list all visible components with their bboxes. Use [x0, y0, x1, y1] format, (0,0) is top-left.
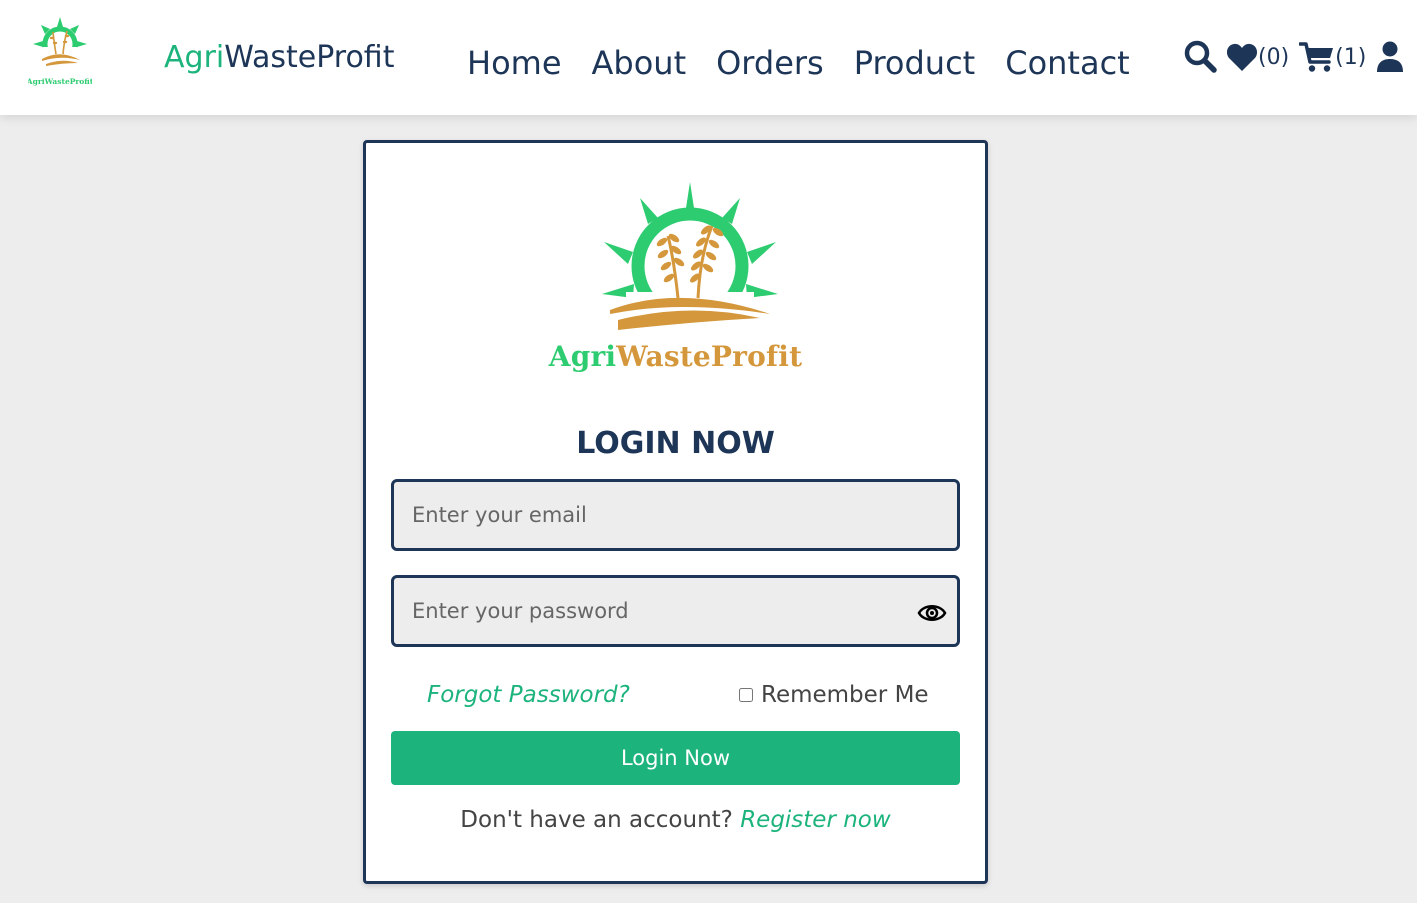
logo-word-green: Agri — [548, 340, 617, 373]
logo-word-orange: WasteProfit — [616, 340, 803, 373]
nav-orders[interactable]: Orders — [716, 44, 824, 82]
email-field-box — [391, 479, 960, 551]
password-field-box — [391, 575, 960, 647]
cart-icon — [1299, 42, 1334, 72]
remember-me[interactable]: Remember Me — [739, 682, 929, 708]
register-link[interactable]: Register now — [740, 807, 891, 833]
main-nav: Home About Orders Product Contact — [467, 44, 1130, 82]
brand-rest: WasteProfit — [224, 40, 395, 75]
nav-home[interactable]: Home — [467, 44, 562, 82]
cart-button[interactable]: (1) — [1299, 41, 1366, 73]
register-prompt: Don't have an account? Register now — [366, 807, 985, 833]
forgot-password-link[interactable]: Forgot Password? — [427, 682, 630, 708]
wishlist-button[interactable]: (0) — [1226, 42, 1289, 72]
header-icons: (0) (1) — [1184, 40, 1404, 74]
nav-about[interactable]: About — [592, 44, 687, 82]
svg-text:AgriWasteProfit: AgriWasteProfit — [28, 77, 92, 86]
search-icon[interactable] — [1184, 40, 1218, 74]
register-prompt-text: Don't have an account? — [460, 807, 733, 833]
nav-product[interactable]: Product — [854, 44, 976, 82]
nav-contact[interactable]: Contact — [1005, 44, 1130, 82]
wishlist-count: (0) — [1258, 44, 1290, 70]
header-logo-text: AgriWasteProfit — [28, 77, 92, 86]
cart-count: (1) — [1335, 44, 1367, 70]
eye-icon[interactable] — [917, 600, 947, 626]
heart-icon — [1226, 43, 1258, 71]
email-field[interactable] — [394, 482, 957, 548]
password-field[interactable] — [394, 578, 957, 644]
agriwasteprofit-logo — [595, 176, 785, 336]
header-logo[interactable]: AgriWasteProfit — [26, 14, 94, 90]
remember-me-checkbox[interactable] — [739, 688, 753, 702]
user-icon[interactable] — [1376, 41, 1404, 73]
brand-name[interactable]: AgriWasteProfit — [164, 40, 394, 75]
brand-accent: Agri — [164, 40, 225, 75]
login-button[interactable]: Login Now — [391, 731, 960, 785]
login-title: LOGIN NOW — [576, 426, 775, 461]
remember-me-label: Remember Me — [761, 682, 929, 708]
login-card: AgriWasteProfit LOGIN NOW Forgot Passwor… — [363, 140, 988, 884]
site-header: AgriWasteProfit AgriWasteProfit Home Abo… — [0, 0, 1417, 115]
logo-wordmark: AgriWasteProfit — [366, 340, 985, 373]
